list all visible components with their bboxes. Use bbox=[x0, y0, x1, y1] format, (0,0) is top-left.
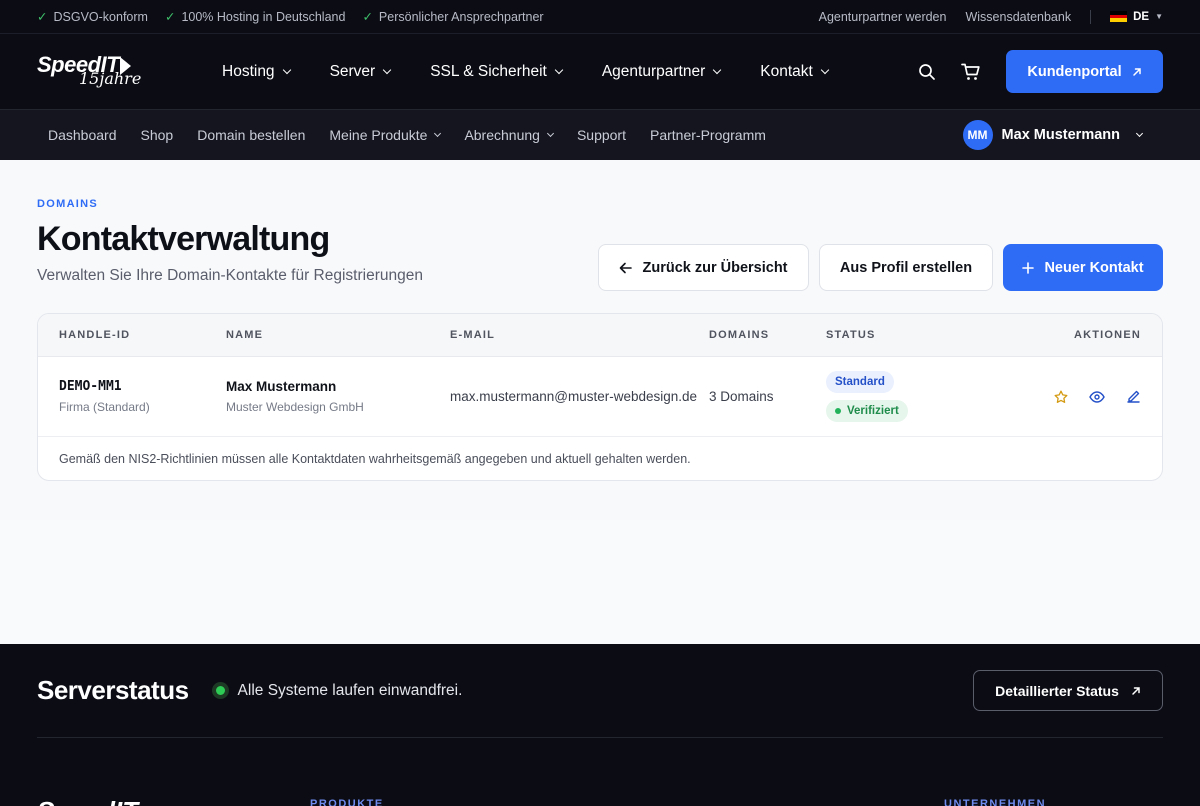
language-selector[interactable]: DE ▼ bbox=[1110, 11, 1163, 23]
nis2-notice: Gemäß den NIS2-Richtlinien müssen alle K… bbox=[59, 451, 691, 466]
customer-portal-button[interactable]: Kundenportal bbox=[1006, 50, 1163, 93]
check-icon: ✓ bbox=[362, 10, 373, 24]
check-icon: ✓ bbox=[164, 10, 176, 24]
server-status-title: Serverstatus bbox=[37, 675, 189, 705]
contact-name: Max Mustermann bbox=[226, 379, 337, 394]
status-badge-default: Standard bbox=[826, 371, 894, 393]
header-actions: AKTIONEN bbox=[1073, 329, 1141, 341]
trust-badge-contact: ✓ Persönlicher Ansprechpartner bbox=[362, 10, 544, 24]
subnav-billing[interactable]: Abrechnung bbox=[464, 127, 554, 143]
page-actions: Zurück zur Übersicht Aus Profil erstelle… bbox=[598, 244, 1163, 291]
speedit-logo[interactable]: SpeedIT 15jahre bbox=[37, 52, 187, 92]
contact-type: Firma (Standard) bbox=[59, 400, 150, 414]
nav-agency-partner[interactable]: Agenturpartner bbox=[602, 63, 722, 81]
chevron-down-icon bbox=[1135, 129, 1144, 137]
chevron-down-icon bbox=[712, 65, 722, 74]
external-arrow-icon bbox=[1132, 67, 1141, 76]
contact-company: Muster Webdesign GmbH bbox=[226, 400, 364, 414]
header-domains: DOMAINS bbox=[709, 329, 770, 341]
eye-icon[interactable] bbox=[1089, 389, 1105, 405]
chevron-down-icon bbox=[382, 65, 392, 74]
chevron-down-icon bbox=[282, 65, 291, 74]
chevron-down-icon bbox=[434, 129, 442, 137]
footer-logo[interactable]: SpeedIT bbox=[37, 796, 138, 806]
star-icon[interactable] bbox=[1053, 389, 1069, 405]
account-subnav: Dashboard Shop Domain bestellen Meine Pr… bbox=[0, 110, 1200, 160]
user-menu[interactable]: MM Max Mustermann bbox=[962, 120, 1144, 150]
external-arrow-icon bbox=[1132, 686, 1140, 695]
header-status: STATUS bbox=[826, 329, 876, 341]
chevron-down-icon bbox=[554, 65, 564, 74]
header-handle-id: HANDLE-ID bbox=[59, 329, 131, 341]
cart-icon[interactable] bbox=[959, 60, 983, 84]
nav-hosting[interactable]: Hosting bbox=[222, 63, 291, 81]
nav-server[interactable]: Server bbox=[330, 63, 392, 81]
edit-icon[interactable] bbox=[1125, 389, 1141, 405]
trust-badge-hosting: ✓ 100% Hosting in Deutschland bbox=[164, 10, 346, 24]
avatar: MM bbox=[962, 120, 993, 150]
plus-icon bbox=[1022, 261, 1035, 274]
detailed-status-button[interactable]: Detaillierter Status bbox=[973, 670, 1163, 711]
server-status-indicator: Alle Systeme laufen einwandfrei. bbox=[211, 682, 462, 700]
section-eyebrow: DOMAINS bbox=[37, 198, 99, 210]
header-email: E-MAIL bbox=[450, 329, 496, 341]
footer: Serverstatus Alle Systeme laufen einwand… bbox=[0, 644, 1200, 806]
search-icon[interactable] bbox=[915, 60, 939, 84]
knowledge-base-link[interactable]: Wissensdatenbank bbox=[965, 10, 1071, 24]
status-badge-verified: Verifiziert bbox=[826, 400, 908, 422]
subnav-support[interactable]: Support bbox=[577, 127, 626, 143]
subnav-partner-program[interactable]: Partner-Programm bbox=[650, 127, 766, 143]
server-status-row: Serverstatus Alle Systeme laufen einwand… bbox=[37, 644, 1163, 738]
trust-badge-gdpr: ✓ DSGVO-konform bbox=[37, 10, 148, 24]
top-info-bar: ✓ DSGVO-konform ✓ 100% Hosting in Deutschl… bbox=[0, 0, 1200, 34]
divider bbox=[1090, 9, 1092, 24]
nav-ssl-security[interactable]: SSL & Sicherheit bbox=[430, 63, 564, 81]
contacts-table: HANDLE-ID NAME E-MAIL DOMAINS STATUS AKT… bbox=[37, 313, 1163, 481]
chevron-down-icon bbox=[820, 65, 830, 74]
create-from-profile-button[interactable]: Aus Profil erstellen bbox=[819, 244, 993, 291]
footer-heading-products: PRODUKTE bbox=[310, 798, 384, 806]
handle-id: DEMO-MM1 bbox=[59, 379, 122, 394]
check-icon: ✓ bbox=[37, 10, 48, 24]
user-name: Max Mustermann bbox=[1001, 127, 1120, 143]
arrow-left-icon bbox=[620, 262, 633, 273]
table-row: DEMO-MM1 Firma (Standard) Max Mustermann… bbox=[38, 357, 1162, 437]
agency-partner-link[interactable]: Agenturpartner werden bbox=[819, 10, 947, 24]
caret-down-icon: ▼ bbox=[1155, 12, 1163, 21]
trust-badges: ✓ DSGVO-konform ✓ 100% Hosting in Deutschl… bbox=[37, 9, 544, 24]
domain-count: 3 Domains bbox=[709, 388, 774, 404]
new-contact-button[interactable]: Neuer Kontakt bbox=[1003, 244, 1163, 291]
subnav-order-domain[interactable]: Domain bestellen bbox=[197, 127, 305, 143]
status-online-icon bbox=[211, 682, 229, 699]
table-header: HANDLE-ID NAME E-MAIL DOMAINS STATUS AKT… bbox=[38, 314, 1162, 357]
header-name: NAME bbox=[226, 329, 264, 341]
nav-contact[interactable]: Kontakt bbox=[760, 63, 830, 81]
subnav-dashboard[interactable]: Dashboard bbox=[48, 127, 117, 143]
german-flag-icon bbox=[1110, 11, 1128, 23]
main-navigation: SpeedIT 15jahre Hosting Server SSL & Sic… bbox=[0, 34, 1200, 110]
content-spacer bbox=[0, 520, 1200, 644]
chevron-down-icon bbox=[546, 129, 554, 137]
status-dot-icon bbox=[835, 408, 841, 414]
footer-heading-company: UNTERNEHMEN bbox=[944, 798, 1047, 806]
contact-email: max.mustermann@muster-webdesign.de bbox=[450, 388, 698, 404]
footer-columns: SpeedIT PRODUKTE UNTERNEHMEN bbox=[37, 738, 1163, 806]
subnav-my-products[interactable]: Meine Produkte bbox=[329, 127, 442, 143]
back-to-overview-button[interactable]: Zurück zur Übersicht bbox=[598, 244, 809, 291]
subnav-shop[interactable]: Shop bbox=[141, 127, 174, 143]
